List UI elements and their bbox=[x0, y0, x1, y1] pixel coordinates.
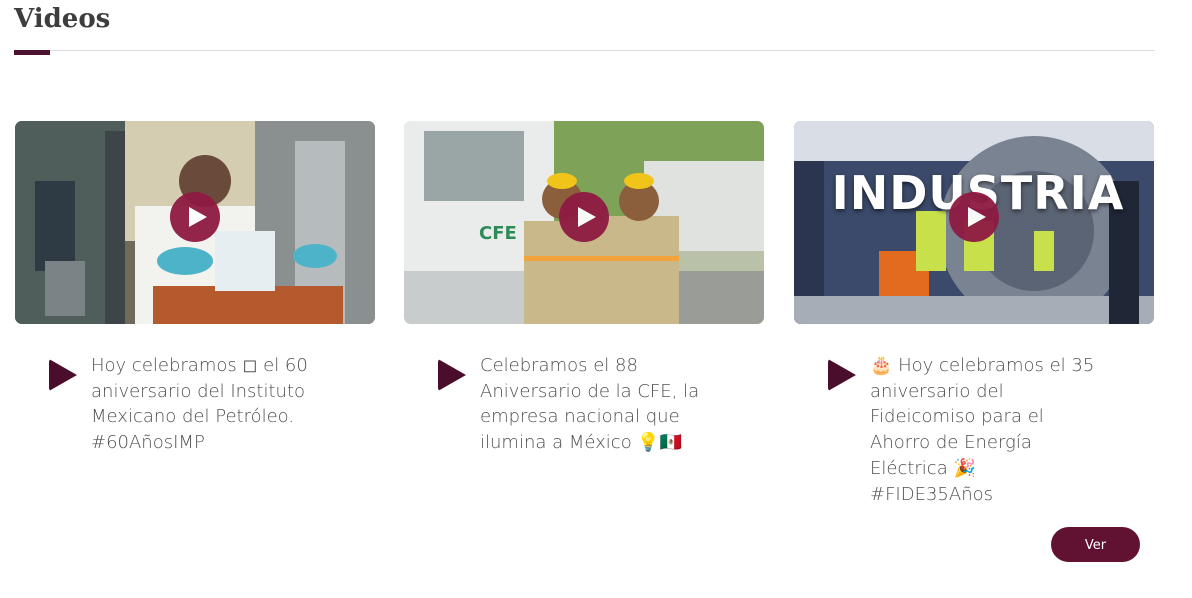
video-caption: Celebramos el 88 Aniversario de la CFE, … bbox=[480, 355, 700, 454]
play-button-2[interactable] bbox=[559, 192, 609, 242]
video-card-2: CFE Celebramos el 88 Aniversario de la C… bbox=[404, 121, 764, 453]
view-history-button[interactable]: Ver historial bbox=[1051, 527, 1140, 588]
play-icon[interactable] bbox=[438, 359, 466, 391]
video-card-3: INDUSTRIA 🎂 Hoy celebramos el 35 anivers… bbox=[794, 121, 1154, 505]
section-title: Videos bbox=[14, 4, 111, 34]
play-icon[interactable] bbox=[828, 359, 856, 391]
video-card-1: Hoy celebramos ◻ el 60 aniversario del I… bbox=[15, 121, 375, 453]
title-accent-bar bbox=[14, 50, 50, 55]
play-icon[interactable] bbox=[49, 359, 77, 391]
video-thumbnail-3[interactable]: INDUSTRIA bbox=[794, 121, 1154, 324]
title-divider bbox=[14, 50, 1155, 51]
video-caption: Hoy celebramos ◻ el 60 aniversario del I… bbox=[91, 355, 308, 454]
video-thumbnail-1[interactable] bbox=[15, 121, 375, 324]
play-button-1[interactable] bbox=[170, 192, 220, 242]
svg-text:CFE: CFE bbox=[479, 223, 517, 244]
video-thumbnail-2[interactable]: CFE bbox=[404, 121, 764, 324]
video-caption: 🎂 Hoy celebramos el 35 aniversario del F… bbox=[870, 355, 1095, 505]
play-button-3[interactable] bbox=[949, 192, 999, 242]
